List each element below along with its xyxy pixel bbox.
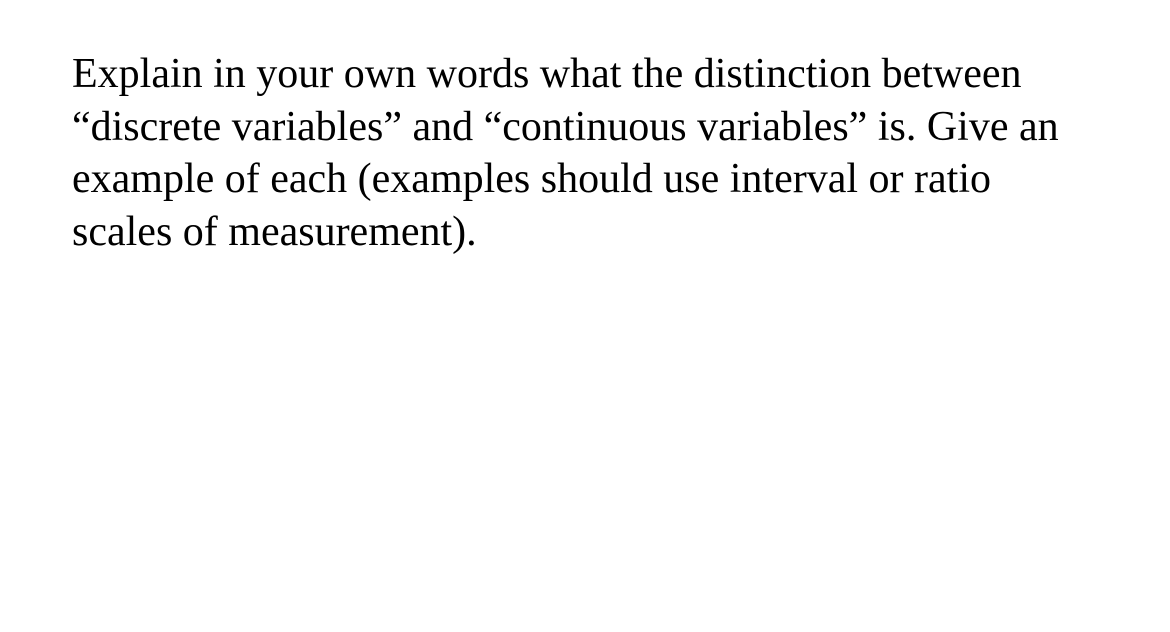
question-text: Explain in your own words what the disti… [72,48,1092,258]
